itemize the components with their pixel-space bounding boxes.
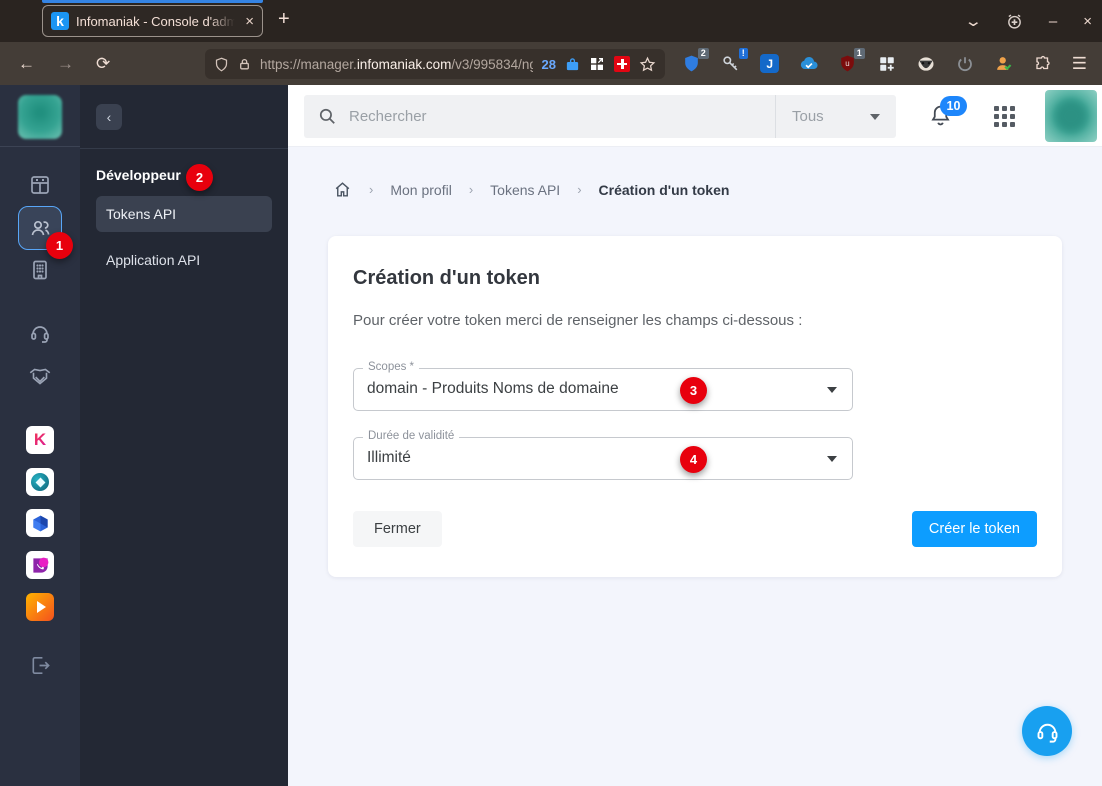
chevron-right-icon: › bbox=[577, 182, 582, 197]
window-close-button[interactable]: × bbox=[1083, 13, 1092, 30]
person-check-extension-icon[interactable] bbox=[994, 54, 1014, 74]
forward-button[interactable]: → bbox=[57, 54, 74, 74]
new-tab-button[interactable]: + bbox=[278, 8, 290, 31]
step-badge-2: 2 bbox=[186, 164, 213, 191]
url-text[interactable]: https://manager.infomaniak.com/v3/995834… bbox=[260, 57, 533, 72]
active-tab-accent bbox=[42, 0, 263, 3]
duration-field-value: Illimité bbox=[367, 449, 411, 466]
close-button[interactable]: Fermer bbox=[353, 511, 442, 547]
sidebar-item-support[interactable] bbox=[0, 321, 80, 345]
subnav-item-application-api[interactable]: Application API bbox=[96, 242, 272, 278]
step-badge-1: 1 bbox=[46, 232, 73, 259]
step-badge-3: 3 bbox=[680, 377, 707, 404]
scopes-field-value: domain - Produits Noms de domaine bbox=[367, 380, 619, 397]
notifications-button[interactable]: 10 bbox=[928, 96, 967, 128]
power-extension-icon[interactable] bbox=[955, 54, 975, 74]
breadcrumb-tokens-api[interactable]: Tokens API bbox=[490, 182, 560, 198]
search-icon bbox=[318, 107, 337, 126]
app-header: Tous 10 bbox=[288, 85, 1102, 147]
scopes-select-field[interactable]: Scopes * domain - Produits Noms de domai… bbox=[353, 361, 853, 411]
cloud-extension-icon[interactable] bbox=[799, 54, 819, 74]
page-content: › Mon profil › Tokens API › Création d'u… bbox=[288, 147, 1102, 786]
extensions-puzzle-icon[interactable] bbox=[1033, 54, 1053, 74]
shield-extension-icon[interactable]: 2 bbox=[682, 47, 709, 74]
card-subtitle: Pour créer votre token merci de renseign… bbox=[353, 312, 803, 329]
duration-select-field[interactable]: Durée de validité Illimité 4 bbox=[353, 430, 853, 480]
alarm-extension-icon[interactable] bbox=[1006, 13, 1023, 30]
lock-icon[interactable] bbox=[238, 58, 251, 71]
app-kmeet-icon[interactable] bbox=[26, 551, 54, 579]
chevron-right-icon: › bbox=[369, 182, 374, 197]
search-scope-select[interactable]: Tous bbox=[776, 108, 896, 125]
tracking-shield-icon[interactable] bbox=[214, 57, 229, 72]
subnav-section-title: Développeur bbox=[96, 167, 181, 183]
chevron-down-icon bbox=[827, 456, 837, 462]
card-title: Création d'un token bbox=[353, 267, 540, 289]
browser-titlebar: k Infomaniak - Console d'adm × + ⌄ – × bbox=[0, 0, 1102, 42]
page-action-tiles-icon[interactable] bbox=[589, 56, 605, 72]
duration-field-label: Durée de validité bbox=[363, 430, 460, 442]
support-chat-button[interactable] bbox=[1022, 706, 1072, 756]
tab-close-icon[interactable]: × bbox=[245, 13, 254, 30]
svg-text:u: u bbox=[846, 59, 850, 68]
developer-subnav: ‹ Développeur 2 Tokens API Application A… bbox=[80, 85, 288, 786]
scopes-field-label: Scopes * bbox=[363, 361, 420, 373]
minimize-button[interactable]: – bbox=[1049, 13, 1057, 30]
rail-divider bbox=[0, 146, 80, 147]
breadcrumb: › Mon profil › Tokens API › Création d'u… bbox=[333, 180, 729, 199]
url-bar[interactable]: https://manager.infomaniak.com/v3/995834… bbox=[205, 49, 665, 79]
search-bar[interactable]: Tous bbox=[304, 95, 896, 138]
step-badge-4: 4 bbox=[680, 446, 707, 473]
joplin-extension-icon[interactable]: J bbox=[760, 54, 780, 74]
tiles-plus-extension-icon[interactable] bbox=[877, 54, 897, 74]
sidebar-item-dashboard[interactable] bbox=[0, 173, 80, 197]
app-kdrive-icon[interactable] bbox=[26, 468, 54, 496]
main-area: Tous 10 › Mon profil › Tokens API › Créa… bbox=[288, 85, 1102, 786]
key-extension-icon[interactable]: ! bbox=[721, 47, 748, 74]
chevron-down-icon bbox=[827, 387, 837, 393]
search-input[interactable] bbox=[349, 108, 775, 125]
notification-count-badge: 10 bbox=[940, 96, 967, 116]
menu-hamburger-icon[interactable]: ☰ bbox=[1072, 54, 1088, 74]
chevron-right-icon: › bbox=[468, 182, 474, 197]
sidebar-item-organization[interactable] bbox=[0, 258, 80, 282]
infomaniak-logo[interactable] bbox=[18, 95, 62, 139]
app-vod-icon[interactable] bbox=[26, 593, 54, 621]
ublock-extension-icon[interactable]: u 1 bbox=[838, 47, 865, 74]
apps-grid-button[interactable] bbox=[994, 106, 1016, 128]
extension-strip: 2 ! J u 1 ☰ bbox=[682, 42, 1088, 85]
headset-icon bbox=[1037, 723, 1057, 743]
site-favicon: k bbox=[51, 12, 69, 30]
tab-list-caret-icon[interactable]: ⌄ bbox=[964, 12, 983, 30]
collapse-sidebar-button[interactable]: ‹ bbox=[96, 104, 122, 130]
breadcrumb-current: Création d'un token bbox=[598, 181, 730, 198]
briefcase-container-icon bbox=[565, 57, 580, 72]
swiss-flag-icon[interactable] bbox=[614, 56, 630, 72]
reload-button[interactable]: ⟳ bbox=[96, 54, 110, 74]
tab-title: Infomaniak - Console d'adm bbox=[76, 13, 238, 29]
container-tab-count: 28 bbox=[541, 56, 556, 72]
subnav-item-tokens-api[interactable]: Tokens API bbox=[96, 196, 272, 232]
home-icon[interactable] bbox=[333, 180, 352, 199]
bookmark-star-icon[interactable] bbox=[639, 56, 656, 73]
subnav-divider bbox=[80, 148, 288, 149]
app-rail: 1 K bbox=[0, 85, 80, 786]
create-token-button[interactable]: Créer le token bbox=[911, 511, 1037, 547]
breadcrumb-mon-profil[interactable]: Mon profil bbox=[390, 182, 451, 198]
logout-icon[interactable] bbox=[0, 654, 80, 677]
privacy-badger-extension-icon[interactable] bbox=[916, 54, 936, 74]
user-avatar[interactable] bbox=[1045, 90, 1097, 142]
sidebar-item-partner[interactable] bbox=[0, 363, 80, 389]
token-creation-card: Création d'un token Pour créer votre tok… bbox=[328, 236, 1062, 577]
browser-tab[interactable]: k Infomaniak - Console d'adm × bbox=[42, 5, 263, 37]
chevron-down-icon bbox=[870, 113, 880, 120]
app-kchat-icon[interactable] bbox=[26, 509, 54, 537]
app-ksuite-icon[interactable]: K bbox=[26, 426, 54, 454]
back-button[interactable]: ← bbox=[18, 54, 35, 74]
